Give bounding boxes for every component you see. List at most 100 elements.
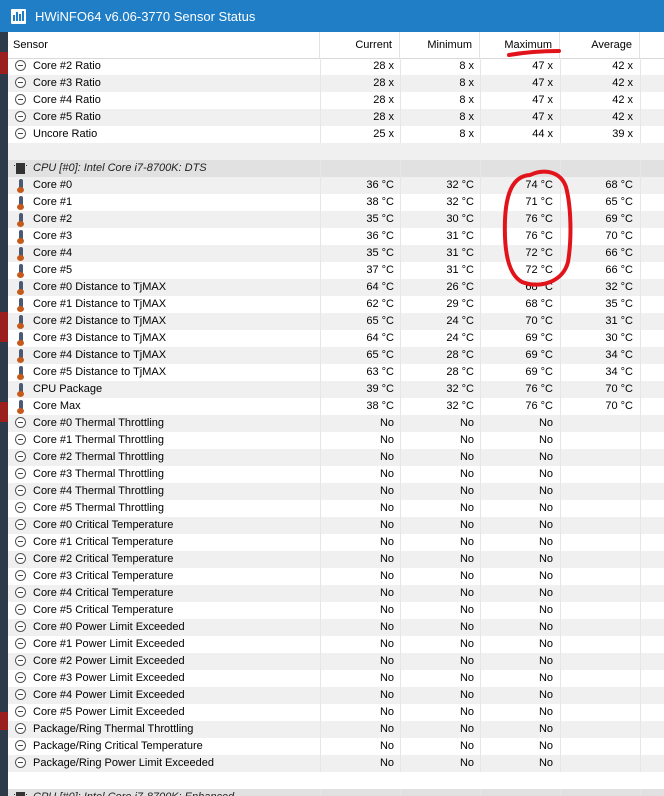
column-divider — [480, 585, 481, 602]
sensor-name: Core #3 Ratio — [33, 77, 101, 89]
sensor-row-core-5-thermal-throttling[interactable]: Core #5 Thermal Throttling No No No — [8, 500, 664, 517]
column-divider — [560, 415, 561, 432]
value-minimum: 8 x — [459, 60, 474, 72]
sensor-name: Core #0 Power Limit Exceeded — [33, 621, 185, 633]
column-divider — [480, 602, 481, 619]
sensor-row-core-5-power-limit-exceeded[interactable]: Core #5 Power Limit Exceeded No No No — [8, 704, 664, 721]
column-divider — [400, 483, 401, 500]
value-maximum: 72 °C — [525, 264, 553, 276]
column-divider — [400, 398, 401, 415]
column-divider — [560, 721, 561, 738]
sensor-row-core-3-power-limit-exceeded[interactable]: Core #3 Power Limit Exceeded No No No — [8, 670, 664, 687]
column-divider — [560, 619, 561, 636]
sensor-row-core-5-critical-temperature[interactable]: Core #5 Critical Temperature No No No — [8, 602, 664, 619]
sensor-row-core-0-power-limit-exceeded[interactable]: Core #0 Power Limit Exceeded No No No — [8, 619, 664, 636]
sensor-row-core-3[interactable]: Core #3 36 °C 31 °C 76 °C 70 °C — [8, 228, 664, 245]
sensor-name-cell: Core #5 Power Limit Exceeded — [12, 704, 318, 721]
column-divider — [480, 92, 481, 109]
clock-icon — [15, 94, 26, 105]
value-average — [559, 602, 633, 619]
sensor-row-core-max[interactable]: Core Max 38 °C 32 °C 76 °C 70 °C — [8, 398, 664, 415]
sensor-name: Core #3 Critical Temperature — [33, 570, 174, 582]
value-current: No — [379, 757, 394, 769]
column-divider — [400, 109, 401, 126]
sensor-row-package-ring-power-limit-exceeded[interactable]: Package/Ring Power Limit Exceeded No No No — [8, 755, 664, 772]
column-divider — [640, 500, 641, 517]
clock-icon — [15, 468, 26, 479]
sensor-group-row[interactable]: CPU [#0]: Intel Core i7-8700K: DTS — [8, 160, 664, 177]
sensor-row-core-0-thermal-throttling[interactable]: Core #0 Thermal Throttling No No No — [8, 415, 664, 432]
value-average — [559, 755, 633, 772]
sensor-row-core-4-critical-temperature[interactable]: Core #4 Critical Temperature No No No — [8, 585, 664, 602]
value-current: 35 °C — [366, 247, 394, 259]
sensor-row-core-2-ratio[interactable]: Core #2 Ratio 28 x 8 x 47 x 42 x — [8, 58, 664, 75]
sensor-row-core-2-distance-to-tjmax[interactable]: Core #2 Distance to TjMAX 65 °C 24 °C 70 °C… — [8, 313, 664, 330]
value-current: No — [379, 485, 394, 497]
column-divider — [480, 653, 481, 670]
value-minimum: 8 x — [459, 94, 474, 106]
value-maximum: No — [538, 587, 553, 599]
sensor-row-core-0-critical-temperature[interactable]: Core #0 Critical Temperature No No No — [8, 517, 664, 534]
sensor-row-core-3-critical-temperature[interactable]: Core #3 Critical Temperature No No No — [8, 568, 664, 585]
value-current: 25 x — [373, 128, 394, 140]
column-divider — [560, 347, 561, 364]
column-header-minimum[interactable]: Minimum — [400, 32, 480, 58]
column-divider — [560, 483, 561, 500]
column-divider — [560, 585, 561, 602]
column-divider — [400, 755, 401, 772]
sensor-row-uncore-ratio[interactable]: Uncore Ratio 25 x 8 x 44 x 39 x — [8, 126, 664, 143]
value-minimum: 32 °C — [446, 383, 474, 395]
column-header-maximum[interactable]: Maximum — [480, 32, 560, 58]
column-header-average[interactable]: Average — [560, 32, 640, 58]
thermometer-icon — [17, 264, 30, 278]
sensor-row-core-2[interactable]: Core #2 35 °C 30 °C 76 °C 69 °C — [8, 211, 664, 228]
value-minimum: No — [459, 536, 474, 548]
sensor-row-core-0-distance-to-tjmax[interactable]: Core #0 Distance to TjMAX 64 °C 26 °C 68 °C… — [8, 279, 664, 296]
sensor-row-core-3-ratio[interactable]: Core #3 Ratio 28 x 8 x 47 x 42 x — [8, 75, 664, 92]
sensor-row-core-4[interactable]: Core #4 35 °C 31 °C 72 °C 66 °C — [8, 245, 664, 262]
sensor-row-core-1-critical-temperature[interactable]: Core #1 Critical Temperature No No No — [8, 534, 664, 551]
column-divider — [320, 109, 321, 126]
sensor-row-core-3-thermal-throttling[interactable]: Core #3 Thermal Throttling No No No — [8, 466, 664, 483]
column-header-sensor[interactable]: Sensor — [8, 32, 320, 58]
sensor-row-core-4-ratio[interactable]: Core #4 Ratio 28 x 8 x 47 x 42 x — [8, 92, 664, 109]
sensor-row-package-ring-thermal-throttling[interactable]: Package/Ring Thermal Throttling No No No — [8, 721, 664, 738]
sensor-row-core-2-power-limit-exceeded[interactable]: Core #2 Power Limit Exceeded No No No — [8, 653, 664, 670]
sensor-row-core-1-distance-to-tjmax[interactable]: Core #1 Distance to TjMAX 62 °C 29 °C 68 °C… — [8, 296, 664, 313]
value-current: No — [379, 519, 394, 531]
sensor-row-core-5[interactable]: Core #5 37 °C 31 °C 72 °C 66 °C — [8, 262, 664, 279]
sensor-name-cell: CPU Package — [12, 381, 318, 398]
value-current: 28 x — [373, 77, 394, 89]
sensor-row-core-1-power-limit-exceeded[interactable]: Core #1 Power Limit Exceeded No No No — [8, 636, 664, 653]
column-divider — [480, 636, 481, 653]
sensor-row-package-ring-critical-temperature[interactable]: Package/Ring Critical Temperature No No No — [8, 738, 664, 755]
column-header-current[interactable]: Current — [320, 32, 400, 58]
column-divider — [480, 296, 481, 313]
sensor-row-core-5-distance-to-tjmax[interactable]: Core #5 Distance to TjMAX 63 °C 28 °C 69 °C… — [8, 364, 664, 381]
sensor-row-core-4-distance-to-tjmax[interactable]: Core #4 Distance to TjMAX 65 °C 28 °C 69 °C… — [8, 347, 664, 364]
value-minimum: No — [459, 553, 474, 565]
value-average — [559, 670, 633, 687]
sensor-row-core-5-ratio[interactable]: Core #5 Ratio 28 x 8 x 47 x 42 x — [8, 109, 664, 126]
column-divider — [640, 364, 641, 381]
sensor-name-cell: CPU [#0]: Intel Core i7-8700K: DTS — [12, 160, 318, 177]
value-minimum: 32 °C — [446, 400, 474, 412]
sensor-row-core-0[interactable]: Core #0 36 °C 32 °C 74 °C 68 °C — [8, 177, 664, 194]
sensor-row-core-1-thermal-throttling[interactable]: Core #1 Thermal Throttling No No No — [8, 432, 664, 449]
column-divider — [320, 296, 321, 313]
sensor-row-core-2-critical-temperature[interactable]: Core #2 Critical Temperature No No No — [8, 551, 664, 568]
value-minimum: No — [459, 417, 474, 429]
sensor-row-cpu-package[interactable]: CPU Package 39 °C 32 °C 76 °C 70 °C — [8, 381, 664, 398]
sensor-row-core-2-thermal-throttling[interactable]: Core #2 Thermal Throttling No No No — [8, 449, 664, 466]
value-maximum: 70 °C — [525, 315, 553, 327]
sensor-row-core-4-thermal-throttling[interactable]: Core #4 Thermal Throttling No No No — [8, 483, 664, 500]
value-current: No — [379, 740, 394, 752]
column-divider — [480, 75, 481, 92]
value-current: 64 °C — [366, 281, 394, 293]
sensor-row-core-3-distance-to-tjmax[interactable]: Core #3 Distance to TjMAX 64 °C 24 °C 69 °C… — [8, 330, 664, 347]
sensor-row-core-1[interactable]: Core #1 38 °C 32 °C 71 °C 65 °C — [8, 194, 664, 211]
column-divider — [320, 636, 321, 653]
sensor-row-core-4-power-limit-exceeded[interactable]: Core #4 Power Limit Exceeded No No No — [8, 687, 664, 704]
sensor-group-row[interactable]: CPU [#0]: Intel Core i7-8700K: Enhanced — [8, 789, 664, 796]
value-current: No — [379, 689, 394, 701]
